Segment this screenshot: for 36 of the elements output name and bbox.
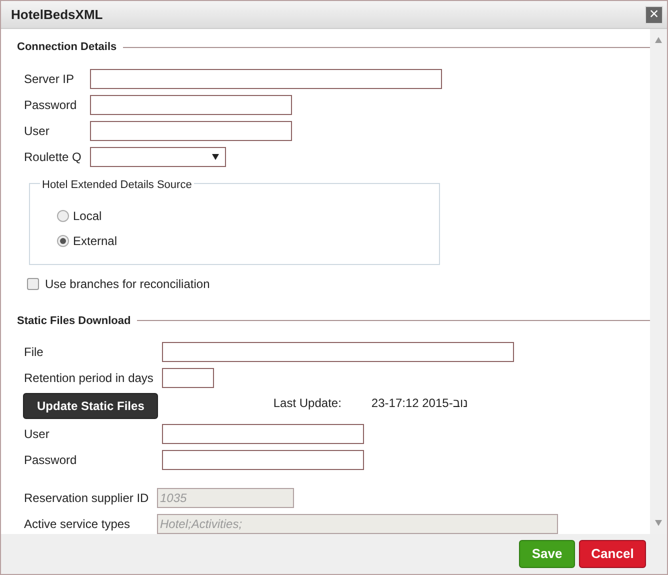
update-button[interactable]: Update Static Files xyxy=(23,393,158,419)
field-label: Server IP xyxy=(24,70,76,88)
input-field[interactable] xyxy=(162,450,364,470)
input-field[interactable] xyxy=(90,68,442,88)
caret-icon xyxy=(212,154,219,160)
field-label: File xyxy=(24,344,44,361)
dropdown[interactable] xyxy=(90,146,226,166)
input-field[interactable] xyxy=(90,120,292,140)
checkbox[interactable] xyxy=(27,278,39,290)
field-label: User xyxy=(24,426,50,443)
radio-label: Local xyxy=(73,208,102,225)
field-label: Retention period in days xyxy=(24,370,154,387)
input-field[interactable] xyxy=(162,424,364,444)
window-title: HotelBedsXML xyxy=(11,6,103,24)
scroll-up-icon xyxy=(655,37,662,43)
radio-button[interactable] xyxy=(57,235,69,247)
field-label: Reservation supplier ID xyxy=(24,490,150,507)
radio-button[interactable] xyxy=(57,210,69,222)
field-label: User xyxy=(24,122,50,140)
close-button[interactable]: × xyxy=(645,6,663,24)
save-button[interactable]: Save xyxy=(519,540,575,568)
info-value: 23-17:12 2015-נוב xyxy=(371,395,468,412)
cancel-button[interactable]: Cancel xyxy=(579,540,646,568)
field-label: Password xyxy=(24,452,78,469)
input-field[interactable] xyxy=(90,94,292,114)
input-field[interactable] xyxy=(162,368,214,388)
checkbox-label: Use branches for reconciliation xyxy=(45,276,210,292)
scroll-down-icon xyxy=(655,520,662,526)
field-label: Password xyxy=(24,96,78,114)
field-label: Active service types xyxy=(24,516,132,533)
section-title: Static Files Download xyxy=(17,314,131,328)
radio-label: External xyxy=(73,233,118,250)
input-field[interactable] xyxy=(162,342,514,362)
section-title: Connection Details xyxy=(17,40,117,55)
field-label: Roulette Q xyxy=(24,148,82,166)
info-label: Last Update: xyxy=(273,395,342,412)
